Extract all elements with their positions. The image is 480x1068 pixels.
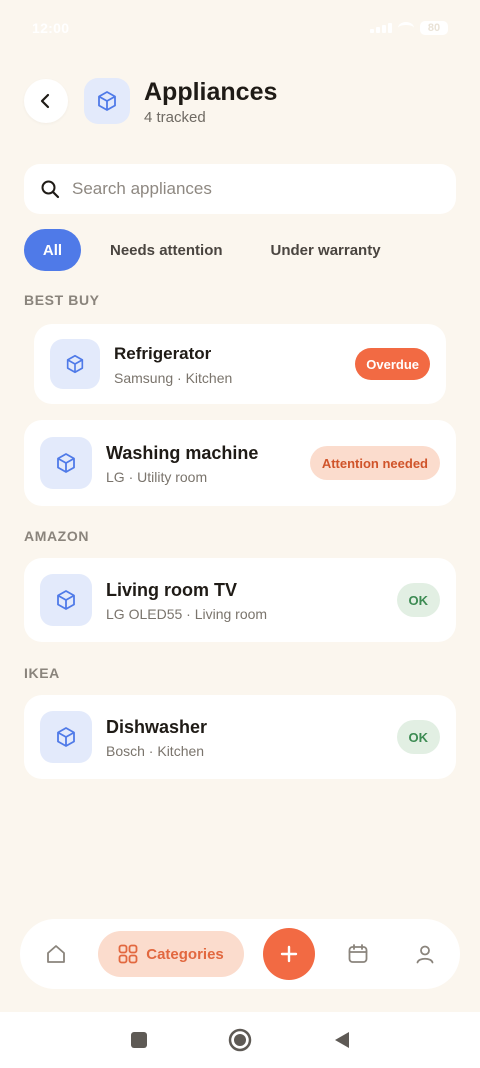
nav-calendar-button[interactable] bbox=[340, 936, 376, 972]
wifi-icon bbox=[398, 22, 414, 34]
appliance-name: Washing machine bbox=[106, 442, 259, 463]
signal-icon bbox=[370, 23, 392, 33]
triangle-back-icon bbox=[335, 1032, 349, 1048]
status-badge: Attention needed bbox=[309, 446, 440, 480]
appliance-card[interactable]: Dishwasher Bosch · Kitchen OK bbox=[24, 695, 456, 779]
system-home-button[interactable] bbox=[210, 1012, 270, 1068]
section-title-ikea: IKEA bbox=[24, 665, 60, 681]
appliance-category-icon bbox=[84, 78, 130, 124]
appliance-text: Living room TV LG OLED55 · Living room bbox=[106, 579, 397, 622]
person-icon bbox=[416, 945, 434, 964]
box-icon bbox=[57, 727, 75, 747]
appliance-meta: LG · Utility room bbox=[106, 468, 208, 485]
appliance-meta: LG OLED55 · Living room bbox=[106, 605, 268, 622]
recents-button[interactable] bbox=[109, 1012, 169, 1068]
appliance-icon bbox=[40, 574, 92, 626]
filter-chips: All Needs attention Under warranty bbox=[24, 229, 400, 271]
appliance-name: Dishwasher bbox=[106, 716, 208, 737]
grid-icon bbox=[118, 944, 138, 964]
status-bar: 12:00 80 bbox=[0, 0, 480, 56]
circle-icon bbox=[228, 1028, 252, 1052]
nav-profile-button[interactable] bbox=[407, 936, 443, 972]
plus-icon bbox=[280, 945, 298, 963]
nav-categories-label: Categories bbox=[146, 945, 224, 963]
appliance-card[interactable]: Washing machine LG · Utility room Attent… bbox=[24, 420, 456, 506]
box-icon bbox=[66, 354, 84, 374]
home-icon bbox=[47, 945, 65, 963]
appliance-text: Refrigerator Samsung · Kitchen bbox=[114, 343, 355, 386]
section-title-best-buy: BEST BUY bbox=[24, 292, 100, 308]
box-icon bbox=[57, 453, 75, 473]
status-badge: OK bbox=[396, 583, 440, 617]
back-button[interactable] bbox=[24, 79, 68, 123]
status-time: 12:00 bbox=[32, 20, 70, 36]
status-badge: OK bbox=[396, 720, 440, 754]
appliance-text: Dishwasher Bosch · Kitchen bbox=[106, 716, 397, 759]
status-badge: Overdue bbox=[355, 348, 430, 380]
appliance-icon bbox=[40, 711, 92, 763]
filter-needs-attention-chip[interactable]: Needs attention bbox=[91, 229, 242, 271]
appliance-meta: Samsung · Kitchen bbox=[114, 369, 233, 386]
filter-all-chip[interactable]: All bbox=[24, 229, 81, 271]
appliance-icon bbox=[40, 437, 92, 489]
battery-indicator: 80 bbox=[420, 21, 448, 35]
header-text: Appliances 4 tracked bbox=[144, 77, 277, 126]
box-icon bbox=[57, 590, 75, 610]
appliance-card[interactable]: Refrigerator Samsung · Kitchen Overdue bbox=[34, 324, 446, 404]
appliance-card[interactable]: Living room TV LG OLED55 · Living room O… bbox=[24, 558, 456, 642]
status-icons: 80 bbox=[370, 21, 448, 35]
appliance-icon bbox=[50, 339, 100, 389]
calendar-icon bbox=[348, 944, 368, 963]
section-title-amazon: AMAZON bbox=[24, 528, 90, 544]
box-icon bbox=[98, 91, 116, 111]
appliance-name: Living room TV bbox=[106, 579, 238, 600]
square-icon bbox=[131, 1032, 147, 1048]
nav-categories-button[interactable]: Categories bbox=[98, 931, 244, 977]
system-back-button[interactable] bbox=[312, 1012, 372, 1068]
add-appliance-button[interactable] bbox=[263, 928, 315, 980]
search-icon bbox=[41, 180, 60, 199]
bottom-nav: Categories bbox=[20, 919, 460, 989]
page-subtitle: 4 tracked bbox=[144, 108, 206, 126]
search-box[interactable] bbox=[24, 164, 456, 214]
header: Appliances 4 tracked bbox=[24, 76, 456, 126]
chevron-left-icon bbox=[40, 93, 50, 109]
nav-home-button[interactable] bbox=[38, 936, 74, 972]
appliance-text: Washing machine LG · Utility room bbox=[106, 442, 310, 485]
search-input[interactable] bbox=[72, 179, 432, 199]
appliance-meta: Bosch · Kitchen bbox=[106, 742, 205, 759]
appliance-name: Refrigerator bbox=[114, 343, 212, 363]
system-nav-bar bbox=[0, 1012, 480, 1068]
page-title: Appliances bbox=[144, 77, 278, 106]
filter-under-warranty-chip[interactable]: Under warranty bbox=[252, 229, 400, 271]
